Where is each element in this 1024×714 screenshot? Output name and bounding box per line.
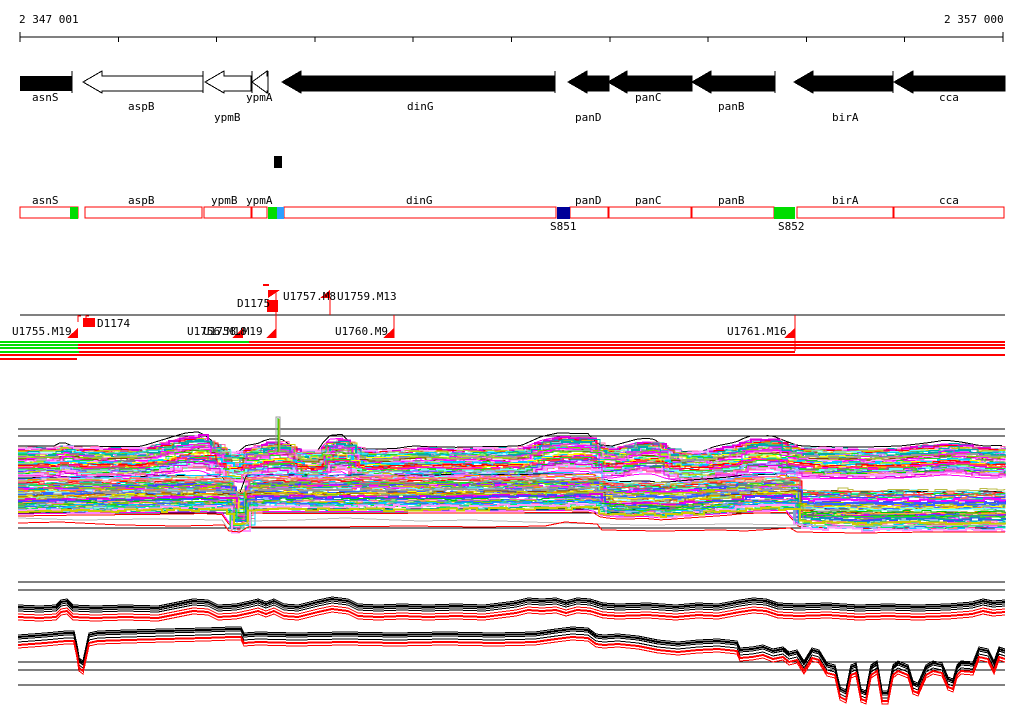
marker-label-U1755.M19[interactable]: U1755.M19 xyxy=(12,326,72,337)
map-box-dinG[interactable] xyxy=(284,207,556,218)
gene-label-cca: cca xyxy=(939,92,959,103)
map-label-cca: cca xyxy=(939,195,959,206)
gene-label-panD: panD xyxy=(575,112,602,123)
map-block-c1[interactable] xyxy=(268,207,277,219)
map-sublabel-S852: S852 xyxy=(778,221,805,232)
gene-label-panC: panC xyxy=(635,92,662,103)
map-block-c2[interactable] xyxy=(277,207,284,219)
gene-birA[interactable] xyxy=(794,71,893,93)
marker-label-U1757.M8[interactable]: U1757.M8 xyxy=(283,291,336,302)
coverage-line xyxy=(78,347,1005,349)
map-label-asnS: asnS xyxy=(32,195,59,206)
panel2-black-curve xyxy=(18,597,1005,606)
map-label-panC: panC xyxy=(635,195,662,206)
map-block-S851[interactable] xyxy=(557,207,570,219)
coverage-line xyxy=(0,344,78,346)
marker-label-U1759.M13[interactable]: U1759.M13 xyxy=(337,291,397,302)
map-box-cca[interactable] xyxy=(894,207,1004,218)
map-box-ypmA[interactable] xyxy=(252,207,267,218)
feature-black-box xyxy=(274,156,282,168)
coverage-line xyxy=(0,347,78,349)
map-box-panC[interactable] xyxy=(609,207,691,218)
coverage-line xyxy=(0,351,79,353)
map-box-panD[interactable] xyxy=(570,207,608,218)
map-block-c0[interactable] xyxy=(70,207,78,219)
marker-label-D1174[interactable]: D1174 xyxy=(97,318,130,329)
gene-label-aspB: aspB xyxy=(128,101,155,112)
gene-panD[interactable] xyxy=(568,71,609,93)
map-label-ypmB: ypmB xyxy=(211,195,238,206)
coverage-line xyxy=(0,341,249,343)
gene-aspB[interactable] xyxy=(83,71,203,93)
gene-panC[interactable] xyxy=(608,71,692,93)
gene-label-panB: panB xyxy=(718,101,745,112)
map-label-dinG: dinG xyxy=(406,195,433,206)
map-box-asnS[interactable] xyxy=(20,207,78,218)
coverage-line xyxy=(0,354,1005,356)
map-label-birA: birA xyxy=(832,195,859,206)
map-block-S852[interactable] xyxy=(774,207,795,219)
map-label-panD: panD xyxy=(575,195,602,206)
marker-box-D1174[interactable] xyxy=(83,318,95,327)
gene-panB[interactable] xyxy=(692,71,775,93)
ruler-end-coordinate: 2 357 000 xyxy=(944,14,1004,25)
map-label-panB: panB xyxy=(718,195,745,206)
gene-label-dinG: dinG xyxy=(407,101,434,112)
coverage-line xyxy=(0,358,77,360)
gene-dinG[interactable] xyxy=(282,71,555,93)
map-sublabel-S851: S851 xyxy=(550,221,577,232)
marker-label-D1175[interactable]: D1175 xyxy=(237,298,270,309)
gene-label-asnS: asnS xyxy=(32,92,59,103)
marker-flag-U1758.M19[interactable] xyxy=(266,328,276,338)
gene-label-birA: birA xyxy=(832,112,859,123)
gene-cca[interactable] xyxy=(894,71,1005,93)
map-box-aspB[interactable] xyxy=(85,207,202,218)
marker-label-U1761.M16[interactable]: U1761.M16 xyxy=(727,326,787,337)
map-label-aspB: aspB xyxy=(128,195,155,206)
ruler-start-coordinate: 2 347 001 xyxy=(19,14,79,25)
coverage-line xyxy=(79,351,795,353)
gene-ypmA[interactable] xyxy=(252,71,268,93)
gene-label-ypmA: ypmA xyxy=(246,92,273,103)
gene-ypmB[interactable] xyxy=(205,71,251,93)
marker-box-D1175[interactable] xyxy=(263,284,269,286)
map-box-birA[interactable] xyxy=(797,207,893,218)
map-box-panB[interactable] xyxy=(692,207,774,218)
marker-label-U1760.M9[interactable]: U1760.M9 xyxy=(335,326,388,337)
gene-label-ypmB: ypmB xyxy=(214,112,241,123)
gene-asnS[interactable] xyxy=(20,76,72,91)
marker-label-U1758.M19[interactable]: U1758.M19 xyxy=(203,326,263,337)
genome-browser-view: 2 347 001 2 357 000 asnS aspB ypmB ypmA dinG… xyxy=(0,0,1024,714)
coverage-line xyxy=(78,344,1005,346)
coverage-line xyxy=(249,341,1005,343)
panel2-black-curve xyxy=(18,599,1005,608)
map-box-ypmB[interactable] xyxy=(204,207,251,218)
map-label-ypmA: ypmA xyxy=(246,195,273,206)
